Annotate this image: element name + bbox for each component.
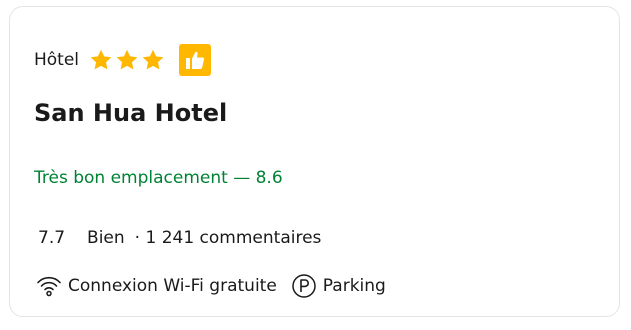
review-score-word: Bien (87, 228, 125, 248)
thumbs-up-icon (179, 44, 212, 76)
star-icon (89, 48, 113, 72)
review-count: · 1 241 commentaires (134, 228, 322, 248)
hotel-name[interactable]: San Hua Hotel (34, 99, 227, 127)
wifi-icon (37, 276, 61, 297)
star-rating (89, 48, 165, 72)
amenity-label: Connexion Wi-Fi gratuite (68, 276, 277, 296)
review-score: 7.7 (38, 228, 66, 248)
amenities-list: Connexion Wi-Fi gratuite Parking (36, 273, 386, 299)
review-score-row: 7.7 Bien · 1 241 commentaires (38, 228, 321, 248)
amenity-label: Parking (322, 276, 386, 296)
hotel-card[interactable]: Hôtel San Hua Hotel Très bon emplacement… (9, 6, 620, 317)
star-icon (115, 48, 139, 72)
location-rating: Très bon emplacement — 8.6 (34, 168, 283, 188)
amenity-parking: Parking (291, 273, 386, 299)
star-icon (141, 48, 165, 72)
hotel-meta-row: Hôtel (34, 40, 212, 80)
parking-icon (292, 274, 316, 298)
property-type-label: Hôtel (34, 50, 80, 70)
amenity-wifi: Connexion Wi-Fi gratuite (36, 275, 277, 297)
